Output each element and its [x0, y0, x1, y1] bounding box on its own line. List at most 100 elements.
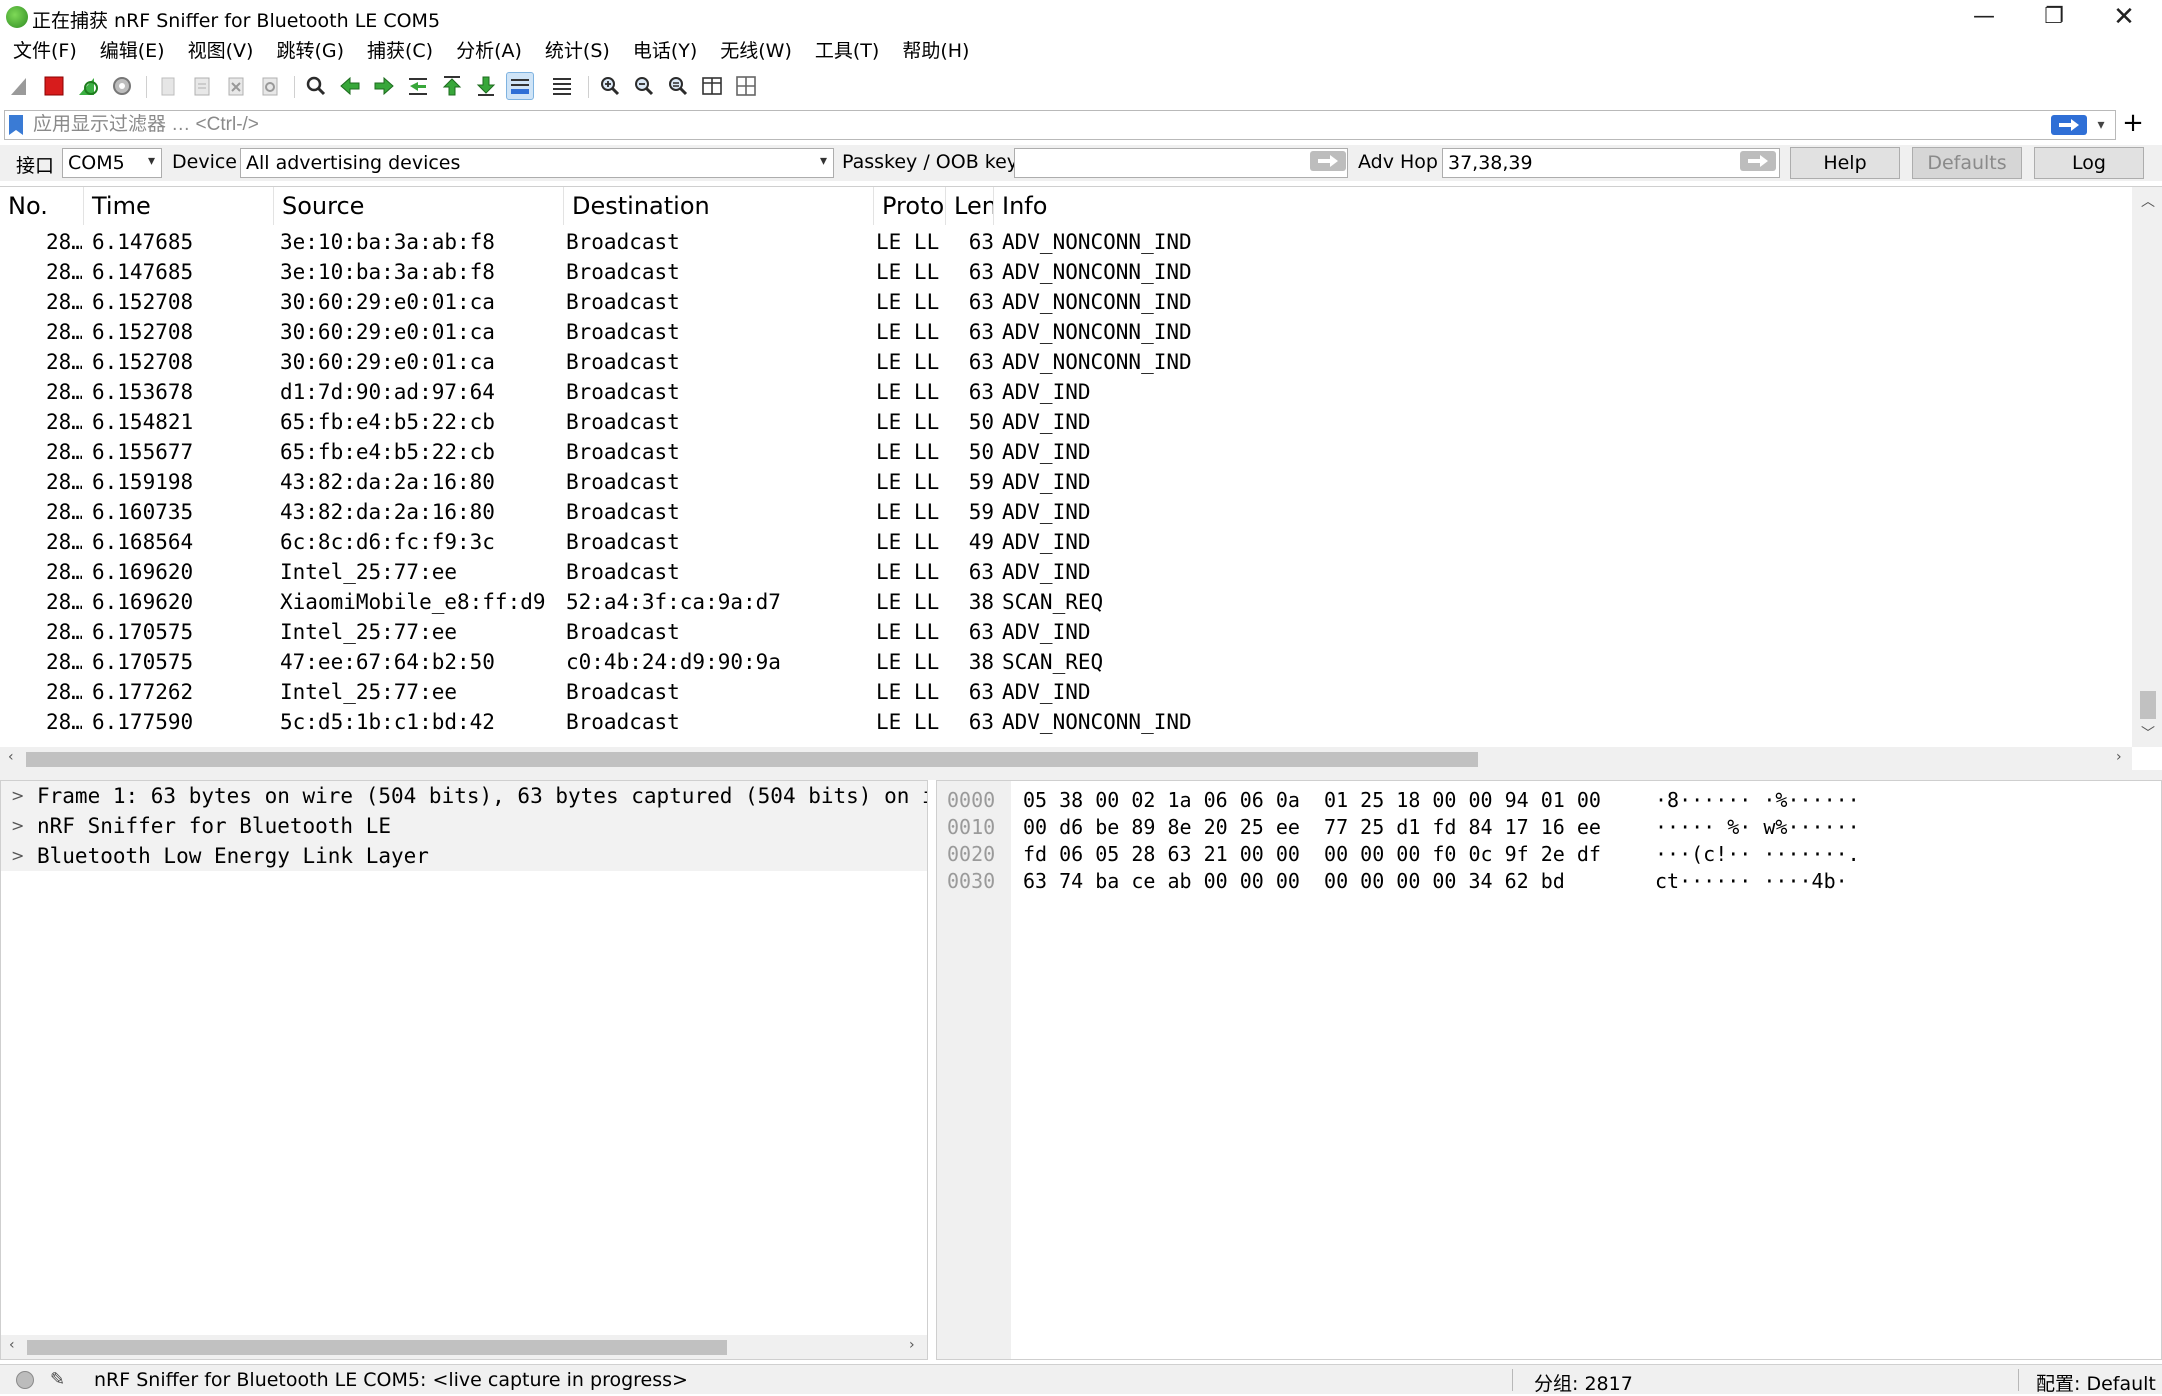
column-header-destination[interactable]: Destination [564, 187, 874, 225]
menu-statistics[interactable]: 统计(S) [536, 36, 619, 66]
go-forward-icon[interactable] [370, 72, 398, 100]
zoom-normal-icon[interactable] [664, 72, 692, 100]
bytes-hex[interactable]: 00 d6 be 89 8e 20 25 ee 77 25 d1 fd 84 1… [1023, 814, 1601, 841]
scroll-left-icon[interactable]: ‹ [8, 749, 14, 765]
menu-edit[interactable]: 编辑(E) [91, 36, 174, 66]
open-icon[interactable] [154, 72, 182, 100]
table-row[interactable]: 28… 6.160735 43:82:da:2a:16:80 Broadcast LE … [0, 497, 2130, 527]
scroll-up-icon[interactable]: ︿ [2141, 191, 2155, 211]
bytes-ascii[interactable]: ···(c!·· ·······. [1655, 841, 1860, 868]
packet-list-horizontal-scrollbar[interactable]: ‹ › [0, 747, 2132, 771]
packet-list-vertical-scrollbar[interactable]: ︿ ﹀ [2132, 187, 2162, 747]
table-row[interactable]: 28… 6.170575 Intel_25:77:ee Broadcast LE LL 6… [0, 617, 2130, 647]
scroll-right-icon[interactable]: › [2116, 749, 2122, 765]
table-row[interactable]: 28… 6.170575 47:ee:67:64:b2:50 c0:4b:24:d9:… [0, 647, 2130, 677]
table-row[interactable]: 28… 6.159198 43:82:da:2a:16:80 Broadcast LE … [0, 467, 2130, 497]
go-back-icon[interactable] [336, 72, 364, 100]
table-row[interactable]: 28… 6.177262 Intel_25:77:ee Broadcast LE LL 6… [0, 677, 2130, 707]
close-button[interactable]: ✕ [2092, 2, 2156, 34]
menu-capture[interactable]: 捕获(C) [358, 36, 442, 66]
add-filter-button[interactable]: + [2118, 108, 2148, 138]
go-last-icon[interactable] [472, 72, 500, 100]
column-header-protocol[interactable]: Protocol [874, 187, 946, 225]
pane-splitter[interactable] [0, 770, 2162, 780]
menu-telephony[interactable]: 电话(Y) [624, 36, 706, 66]
adv-hop-input[interactable]: 37,38,39 [1442, 148, 1780, 178]
scroll-left-icon[interactable]: ‹ [9, 1337, 15, 1353]
table-row[interactable]: 28… 6.169620 XiaomiMobile_e8:ff:d9 52:a4:3f… [0, 587, 2130, 617]
column-header-no[interactable]: No. [0, 187, 84, 225]
scrollbar-thumb[interactable] [2140, 691, 2156, 719]
tree-item-btle-link-layer[interactable]: > Bluetooth Low Energy Link Layer [1, 841, 927, 871]
table-row[interactable]: 28… 6.153678 d1:7d:90:ad:97:64 Broadcast LE … [0, 377, 2130, 407]
table-row[interactable]: 28… 6.147685 3e:10:ba:3a:ab:f8 Broadcast LE … [0, 227, 2130, 257]
colorize-icon[interactable] [548, 72, 576, 100]
menu-file[interactable]: 文件(F) [4, 36, 86, 66]
zoom-in-icon[interactable] [596, 72, 624, 100]
apply-filter-button[interactable] [2051, 115, 2087, 135]
column-header-time[interactable]: Time [84, 187, 274, 225]
restart-icon[interactable] [74, 72, 102, 100]
shark-fin-icon[interactable] [6, 72, 34, 100]
bytes-hex[interactable]: fd 06 05 28 63 21 00 00 00 00 00 f0 0c 9… [1023, 841, 1601, 868]
table-row[interactable]: 28… 6.152708 30:60:29:e0:01:ca Broadcast LE … [0, 317, 2130, 347]
table-row[interactable]: 28… 6.147685 3e:10:ba:3a:ab:f8 Broadcast LE … [0, 257, 2130, 287]
bytes-ascii[interactable]: ····· %· w%······ [1655, 814, 1860, 841]
edit-comment-icon[interactable]: ✎ [50, 1369, 65, 1390]
minimize-button[interactable]: — [1952, 2, 2016, 34]
adv-hop-apply-button[interactable] [1740, 151, 1776, 171]
menu-help[interactable]: 帮助(H) [893, 36, 978, 66]
details-horizontal-scrollbar[interactable]: ‹ › [1, 1335, 927, 1359]
table-row[interactable]: 28… 6.169620 Intel_25:77:ee Broadcast LE LL 6… [0, 557, 2130, 587]
menu-tools[interactable]: 工具(T) [806, 36, 888, 66]
save-icon[interactable] [188, 72, 216, 100]
scroll-down-icon[interactable]: ﹀ [2141, 723, 2155, 743]
defaults-button[interactable]: Defaults [1912, 147, 2022, 179]
stop-icon[interactable] [40, 72, 68, 100]
chevron-right-icon[interactable]: > [11, 811, 24, 841]
chevron-right-icon[interactable]: > [11, 781, 24, 811]
layout-icon[interactable] [732, 72, 760, 100]
device-select[interactable]: All advertising devices ▾ [240, 148, 834, 178]
options-icon[interactable] [108, 72, 136, 100]
zoom-out-icon[interactable] [630, 72, 658, 100]
scrollbar-thumb[interactable] [26, 752, 1478, 767]
log-button[interactable]: Log [2034, 147, 2144, 179]
bytes-hex[interactable]: 05 38 00 02 1a 06 06 0a 01 25 18 00 00 9… [1023, 787, 1601, 814]
scrollbar-thumb[interactable] [27, 1340, 727, 1355]
menu-analyze[interactable]: 分析(A) [447, 36, 531, 66]
display-filter-input[interactable] [31, 112, 2031, 138]
passkey-apply-button[interactable] [1310, 151, 1346, 171]
scroll-right-icon[interactable]: › [909, 1337, 915, 1353]
bytes-ascii[interactable]: ct······ ····4b· [1655, 868, 1848, 895]
go-to-packet-icon[interactable] [404, 72, 432, 100]
autoscroll-icon[interactable] [506, 72, 534, 100]
table-row[interactable]: 28… 6.155677 65:fb:e4:b5:22:cb Broadcast LE … [0, 437, 2130, 467]
menu-view[interactable]: 视图(V) [179, 36, 263, 66]
tree-item-nrf-sniffer[interactable]: > nRF Sniffer for Bluetooth LE [1, 811, 927, 841]
resize-columns-icon[interactable] [698, 72, 726, 100]
menu-wireless[interactable]: 无线(W) [711, 36, 801, 66]
column-header-length[interactable]: Length [946, 187, 994, 225]
chevron-down-icon[interactable]: ▾ [2091, 114, 2111, 136]
table-row[interactable]: 28… 6.154821 65:fb:e4:b5:22:cb Broadcast LE … [0, 407, 2130, 437]
help-button[interactable]: Help [1790, 147, 1900, 179]
chevron-right-icon[interactable]: > [11, 841, 24, 871]
close-file-icon[interactable] [222, 72, 250, 100]
passkey-input[interactable] [1014, 148, 1348, 178]
menu-go[interactable]: 跳转(G) [267, 36, 353, 66]
bytes-hex[interactable]: 63 74 ba ce ab 00 00 00 00 00 00 00 34 6… [1023, 868, 1565, 895]
table-row[interactable]: 28… 6.152708 30:60:29:e0:01:ca Broadcast LE … [0, 347, 2130, 377]
go-first-icon[interactable] [438, 72, 466, 100]
column-header-info[interactable]: Info [994, 187, 2130, 225]
column-header-source[interactable]: Source [274, 187, 564, 225]
table-row[interactable]: 28… 6.177590 5c:d5:1b:c1:bd:42 Broadcast LE … [0, 707, 2130, 737]
filter-bookmark-icon[interactable] [9, 115, 23, 135]
interface-select[interactable]: COM5 ▾ [62, 148, 162, 178]
restore-button[interactable]: ❐ [2022, 2, 2086, 34]
table-row[interactable]: 28… 6.152708 30:60:29:e0:01:ca Broadcast LE … [0, 287, 2130, 317]
tree-item-frame[interactable]: > Frame 1: 63 bytes on wire (504 bits), … [1, 781, 927, 811]
profile-indicator[interactable]: 配置: Default [2036, 1369, 2156, 1396]
expert-info-icon[interactable] [16, 1371, 34, 1389]
reload-icon[interactable] [256, 72, 284, 100]
